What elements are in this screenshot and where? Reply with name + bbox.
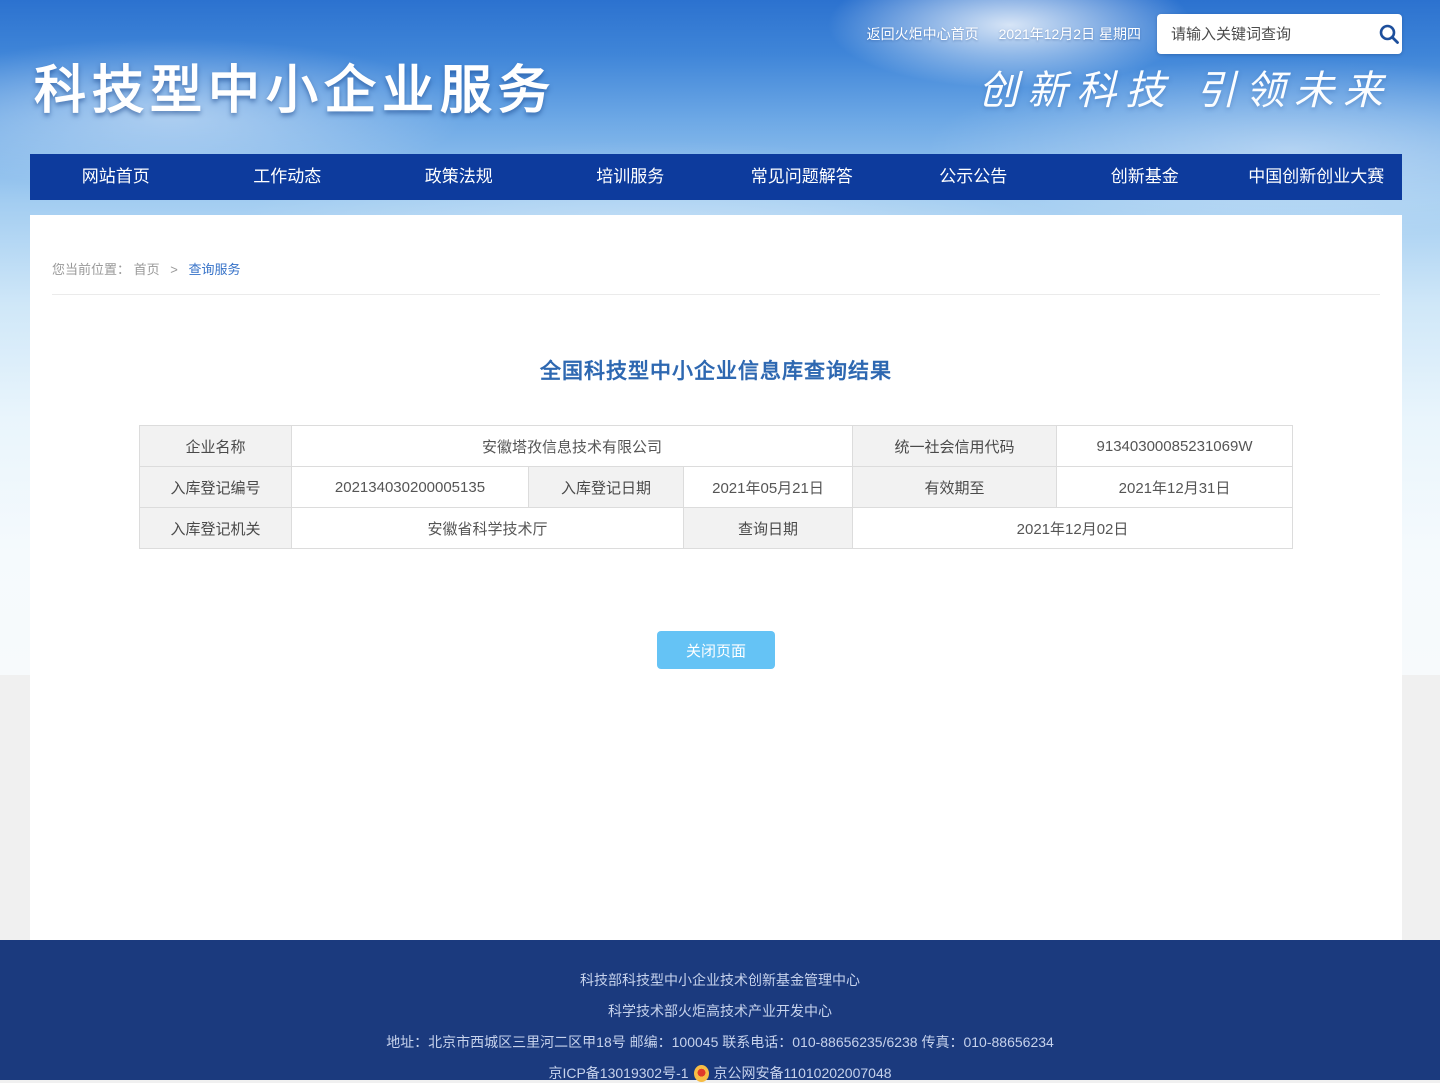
- nav-item-announcements[interactable]: 公示公告: [888, 154, 1060, 200]
- breadcrumb-current-link[interactable]: 查询服务: [189, 262, 241, 277]
- torch-center-home-link[interactable]: 返回火炬中心首页: [867, 24, 979, 44]
- table-row: 企业名称 安徽塔孜信息技术有限公司 统一社会信用代码 9134030008523…: [139, 426, 1292, 467]
- search-button[interactable]: [1372, 14, 1406, 54]
- table-row: 入库登记编号 202134030200005135 入库登记日期 2021年05…: [139, 467, 1292, 508]
- icp-number: 京ICP备13019302号-1: [548, 1063, 688, 1083]
- nav-item-faq[interactable]: 常见问题解答: [716, 154, 888, 200]
- nav-item-home[interactable]: 网站首页: [30, 154, 202, 200]
- nav-item-policies[interactable]: 政策法规: [373, 154, 545, 200]
- reg-authority-label: 入库登记机关: [139, 508, 291, 549]
- police-filing-number: 京公网安备11010202007048: [714, 1063, 892, 1083]
- top-utility-bar: 返回火炬中心首页 2021年12月2日 星期四: [867, 14, 1402, 54]
- table-row: 入库登记机关 安徽省科学技术厅 查询日期 2021年12月02日: [139, 508, 1292, 549]
- reg-number-label: 入库登记编号: [139, 467, 291, 508]
- search-box: [1157, 14, 1402, 54]
- nav-item-training[interactable]: 培训服务: [545, 154, 717, 200]
- search-input[interactable]: [1169, 25, 1372, 44]
- reg-authority-value: 安徽省科学技术厅: [291, 508, 683, 549]
- footer-contact-line: 地址：北京市西城区三里河二区甲18号 邮编：100045 联系电话：010-88…: [0, 1032, 1440, 1052]
- company-name-label: 企业名称: [139, 426, 291, 467]
- reg-number-value: 202134030200005135: [291, 467, 528, 508]
- reg-date-label: 入库登记日期: [528, 467, 683, 508]
- page-title: 全国科技型中小企业信息库查询结果: [30, 355, 1402, 385]
- police-badge-icon: [694, 1065, 709, 1082]
- site-slogan: 创新科技 引领未来: [978, 58, 1392, 116]
- footer-org-line2: 科学技术部火炬高技术产业开发中心: [0, 1001, 1440, 1021]
- close-page-button[interactable]: 关闭页面: [657, 631, 775, 669]
- site-logo: 科技型中小企业服务: [34, 48, 556, 123]
- nav-item-innovation-fund[interactable]: 创新基金: [1059, 154, 1231, 200]
- valid-until-label: 有效期至: [853, 467, 1057, 508]
- credit-code-value: 91340300085231069W: [1057, 426, 1293, 467]
- content-panel: 您当前位置： 首页 > 查询服务 全国科技型中小企业信息库查询结果 企业名称 安…: [30, 215, 1402, 940]
- current-date: 2021年12月2日 星期四: [999, 24, 1141, 44]
- breadcrumb: 您当前位置： 首页 > 查询服务: [52, 215, 1380, 295]
- footer-icp-row: 京ICP备13019302号-1 京公网安备11010202007048: [0, 1063, 1440, 1083]
- main-nav: 网站首页 工作动态 政策法规 培训服务 常见问题解答 公示公告 创新基金 中国创…: [30, 154, 1402, 200]
- reg-date-value: 2021年05月21日: [683, 467, 852, 508]
- breadcrumb-separator: >: [170, 262, 178, 277]
- breadcrumb-home-link[interactable]: 首页: [134, 262, 160, 277]
- query-date-value: 2021年12月02日: [853, 508, 1293, 549]
- query-date-label: 查询日期: [683, 508, 852, 549]
- search-icon: [1378, 23, 1400, 45]
- credit-code-label: 统一社会信用代码: [853, 426, 1057, 467]
- site-footer: 科技部科技型中小企业技术创新基金管理中心 科学技术部火炬高技术产业开发中心 地址…: [0, 940, 1440, 1080]
- query-result-table: 企业名称 安徽塔孜信息技术有限公司 统一社会信用代码 9134030008523…: [139, 425, 1293, 549]
- company-name-value: 安徽塔孜信息技术有限公司: [291, 426, 852, 467]
- valid-until-value: 2021年12月31日: [1057, 467, 1293, 508]
- breadcrumb-prefix: 您当前位置：: [52, 262, 130, 277]
- nav-item-work-news[interactable]: 工作动态: [202, 154, 374, 200]
- footer-org-line1: 科技部科技型中小企业技术创新基金管理中心: [0, 940, 1440, 990]
- nav-item-competition[interactable]: 中国创新创业大赛: [1231, 154, 1403, 200]
